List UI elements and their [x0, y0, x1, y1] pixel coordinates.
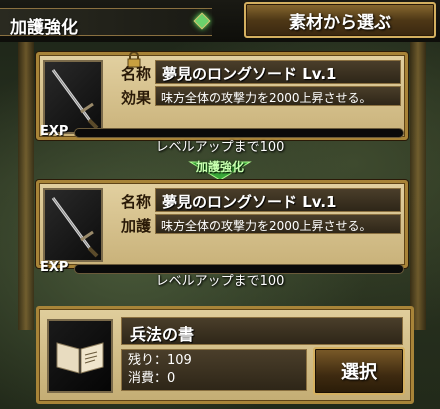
- header-title-plate: 加護強化: [0, 8, 212, 38]
- sword-icon: [43, 60, 103, 134]
- page-title: 加護強化: [10, 18, 78, 38]
- item-name: 夢見のロングソード Lv.1: [155, 188, 401, 212]
- exp-caption: レベルアップまで100: [155, 140, 285, 155]
- select-from-material-button[interactable]: 素材から選ぶ: [244, 2, 436, 38]
- enhance-label: 加護強化: [195, 160, 244, 174]
- result-item-card: 名称 夢見のロングソード Lv.1 加護 味方全体の攻撃力を2000上昇させる。: [36, 180, 408, 268]
- item-name: 夢見のロングソード Lv.1: [155, 60, 401, 84]
- header-bar: 加護強化 素材から選ぶ: [0, 0, 440, 42]
- material-remaining: 残り：109: [128, 353, 192, 368]
- material-stats: 残り：109 消費：0: [121, 349, 307, 391]
- name-label: 名称: [121, 65, 152, 83]
- sword-icon: [43, 188, 103, 262]
- select-button[interactable]: 選択: [313, 347, 405, 395]
- item-blessing: 味方全体の攻撃力を2000上昇させる。: [155, 214, 401, 234]
- blessing-label: 加護: [121, 217, 152, 235]
- effect-label: 効果: [121, 89, 152, 107]
- material-consumed: 消費：0: [128, 371, 176, 386]
- item-effect: 味方全体の攻撃力を2000上昇させる。: [155, 86, 401, 106]
- exp-caption: レベルアップまで100: [155, 274, 285, 289]
- name-label: 名称: [121, 193, 152, 211]
- book-icon: [47, 319, 113, 393]
- material-name: 兵法の書: [121, 317, 403, 345]
- material-panel: 兵法の書 残り：109 消費：0 選択: [36, 306, 414, 404]
